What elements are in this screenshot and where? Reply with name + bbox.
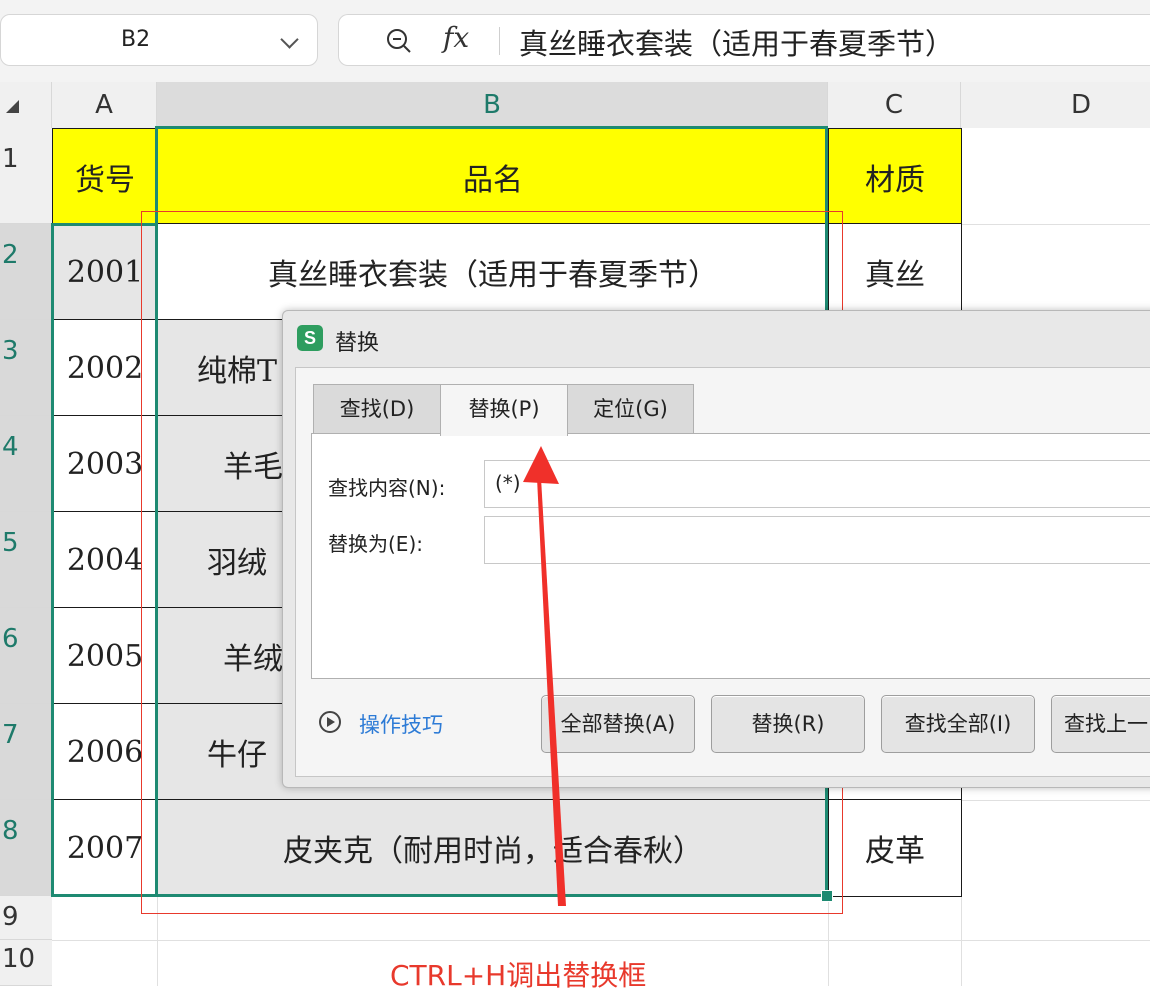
cell-b2[interactable]: 真丝睡衣套装（适用于春夏季节） [156,223,830,321]
row-header-8[interactable]: 8 [0,800,52,896]
row-header-6[interactable]: 6 [0,608,52,704]
row-header-4[interactable]: 4 [0,416,52,512]
cell-a3[interactable]: 2002 [52,319,158,417]
formula-content[interactable]: 真丝睡衣套装（适用于春夏季节） [519,21,954,63]
cell-c8[interactable]: 皮革 [828,799,962,897]
replace-input[interactable] [484,516,1150,564]
column-header-b[interactable]: B [157,82,828,128]
cell-a4[interactable]: 2003 [52,415,158,513]
column-header-d[interactable]: D [961,82,1150,128]
row-header-3[interactable]: 3 [0,320,52,416]
cell-reference: B2 [121,27,151,52]
app-logo-icon: S [297,325,323,351]
row-header-5[interactable]: 5 [0,512,52,608]
fill-handle[interactable] [821,890,833,902]
row-header-2[interactable]: 2 [0,224,52,320]
gridline [961,800,1150,801]
tab-find[interactable]: 查找(D) [313,384,441,434]
cell-a1[interactable]: 货号 [52,128,158,225]
replace-button[interactable]: 替换(R) [711,695,865,753]
fx-icon[interactable]: fx [443,21,469,54]
gridline [157,896,158,986]
zoom-out-icon[interactable] [385,27,413,55]
row-header-7[interactable]: 7 [0,704,52,800]
replace-all-button[interactable]: 全部替换(A) [541,695,695,753]
cell-a2[interactable]: 2001 [52,223,158,321]
find-previous-button[interactable]: 查找上一 [1051,695,1150,753]
formula-separator [499,27,500,55]
gridline [828,896,829,986]
cell-a8[interactable]: 2007 [52,799,158,897]
cell-c1[interactable]: 材质 [828,128,962,225]
find-label: 查找内容(N): [328,476,446,500]
tab-replace[interactable]: 替换(P) [440,384,568,436]
dialog-title: 替换 [335,331,380,356]
find-input[interactable]: (*) [484,460,1150,508]
replace-dialog: S 替换 查找(D) 替换(P) 定位(G) 查找内容(N): (*) 替换为(… [282,310,1150,788]
tips-link[interactable]: 操作技巧 [359,709,443,739]
replace-label: 替换为(E): [328,532,423,556]
column-header-a[interactable]: A [52,82,157,128]
cell-a5[interactable]: 2004 [52,511,158,609]
gridline [52,940,1150,941]
formula-bar: B2 fx 真丝睡衣套装（适用于春夏季节） [0,0,1150,82]
row-header-10[interactable]: 10 [0,940,52,986]
select-all-corner[interactable] [0,82,52,128]
chevron-down-icon[interactable] [280,30,299,49]
corner-triangle-icon [6,100,19,113]
cell-c2[interactable]: 真丝 [828,223,962,321]
find-all-button[interactable]: 查找全部(I) [881,695,1035,753]
row-header-9[interactable]: 9 [0,896,52,940]
row-header-1[interactable]: 1 [0,128,52,224]
name-box[interactable]: B2 [0,14,318,66]
column-header-c[interactable]: C [828,82,961,128]
cell-b8[interactable]: 皮夹克（耐用时尚，适合春秋） [156,799,830,897]
replace-panel: 查找内容(N): (*) 替换为(E): [311,433,1150,679]
annotation-caption: CTRL+H调出替换框 [390,959,647,992]
cell-a6[interactable]: 2005 [52,607,158,705]
tab-goto[interactable]: 定位(G) [567,384,694,434]
cell-b1[interactable]: 品名 [156,128,830,225]
formula-input[interactable]: fx 真丝睡衣套装（适用于春夏季节） [338,14,1150,66]
dialog-titlebar[interactable]: S 替换 [283,311,1150,367]
gridline [961,224,1150,225]
play-circle-icon[interactable] [319,711,341,733]
cell-a7[interactable]: 2006 [52,703,158,801]
